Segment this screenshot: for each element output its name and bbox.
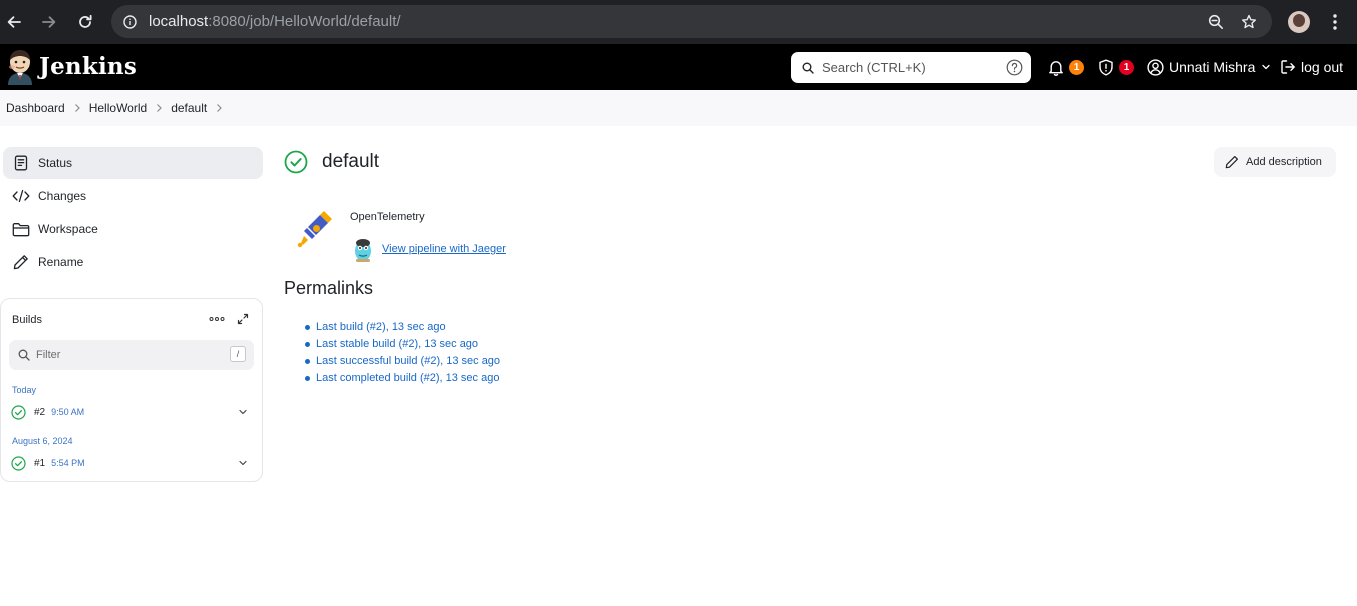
site-info-icon[interactable] xyxy=(113,5,147,38)
shield-alert-icon xyxy=(1099,59,1113,76)
logout-button[interactable]: log out xyxy=(1280,44,1343,90)
pencil-icon xyxy=(1225,156,1238,169)
permalink-last-successful-build[interactable]: Last successful build (#2), 13 sec ago xyxy=(304,353,500,370)
code-icon xyxy=(12,187,30,205)
build-row[interactable]: #1 5:54 PM xyxy=(11,453,252,473)
chevron-right-icon[interactable] xyxy=(147,103,171,113)
search-icon xyxy=(18,349,30,361)
filter-shortcut: / xyxy=(230,346,246,362)
page-title: default xyxy=(322,151,380,172)
chevron-right-icon[interactable] xyxy=(207,103,231,113)
filter-input[interactable] xyxy=(36,349,216,361)
permalink-last-stable-build[interactable]: Last stable build (#2), 13 sec ago xyxy=(304,336,500,353)
build-time: 5:54 PM xyxy=(51,458,85,468)
page-title-row: default xyxy=(284,148,379,176)
search-box[interactable] xyxy=(791,52,1031,83)
notifications-button[interactable]: 1 xyxy=(1048,44,1084,90)
zoom-icon[interactable] xyxy=(1201,5,1231,38)
reload-icon xyxy=(79,14,92,28)
task-label: Rename xyxy=(38,255,84,269)
expand-icon[interactable] xyxy=(235,311,251,327)
url-host: localhost xyxy=(149,13,209,30)
arrow-left-icon xyxy=(7,16,21,28)
breadcrumb-default[interactable]: default xyxy=(171,101,207,115)
builds-filter[interactable]: / xyxy=(9,340,254,370)
breadcrumb: Dashboard HelloWorld default xyxy=(0,90,1357,126)
task-workspace[interactable]: Workspace xyxy=(3,213,263,245)
back-button[interactable] xyxy=(0,8,28,36)
reload-button[interactable] xyxy=(71,8,99,36)
search-input[interactable] xyxy=(822,60,992,75)
jenkins-header: Jenkins 1 1 Unnati Mishra log out xyxy=(0,44,1357,90)
user-icon xyxy=(1147,58,1164,76)
build-number[interactable]: #1 xyxy=(34,458,45,469)
url-path: :8080/job/HelloWorld/default/ xyxy=(208,13,401,30)
pencil-icon xyxy=(12,253,30,271)
task-changes[interactable]: Changes xyxy=(3,180,263,212)
arrow-right-icon xyxy=(42,16,56,28)
jenkins-brand[interactable]: Jenkins xyxy=(39,53,137,80)
permalink-last-build[interactable]: Last build (#2), 13 sec ago xyxy=(304,319,500,336)
profile-avatar[interactable] xyxy=(1288,11,1310,33)
url-text[interactable]: localhost:8080/job/HelloWorld/default/ xyxy=(149,13,401,30)
opentelemetry-label: OpenTelemetry xyxy=(350,211,425,223)
chevron-down-icon xyxy=(1262,64,1271,70)
help-icon[interactable] xyxy=(1006,59,1023,76)
chevron-right-icon[interactable] xyxy=(65,103,89,113)
folder-icon xyxy=(12,220,30,238)
side-panel: Status Changes Workspace Rename xyxy=(3,147,263,279)
success-check-icon xyxy=(11,404,26,420)
jenkins-logo-icon[interactable] xyxy=(6,49,34,85)
security-badge: 1 xyxy=(1119,59,1134,75)
status-icon xyxy=(12,154,30,172)
chevron-down-icon[interactable] xyxy=(238,407,248,417)
permalinks-heading: Permalinks xyxy=(284,278,374,298)
security-button[interactable]: 1 xyxy=(1098,44,1134,90)
more-vertical-icon xyxy=(1333,14,1337,30)
build-number[interactable]: #2 xyxy=(34,407,45,418)
build-group-label: August 6, 2024 xyxy=(12,436,73,446)
success-check-icon xyxy=(11,455,26,471)
more-horizontal-icon[interactable] xyxy=(208,311,226,327)
logout-icon xyxy=(1281,60,1295,74)
permalinks-list: Last build (#2), 13 sec ago Last stable … xyxy=(304,319,500,387)
builds-widget: Builds / Today #2 9:50 AM August 6, 2024… xyxy=(0,298,263,482)
search-icon xyxy=(802,62,814,74)
task-rename[interactable]: Rename xyxy=(3,246,263,278)
task-label: Changes xyxy=(38,189,87,203)
user-name: Unnati Mishra xyxy=(1169,59,1256,75)
task-label: Status xyxy=(38,156,73,170)
breadcrumb-helloworld[interactable]: HelloWorld xyxy=(89,101,147,115)
permalink-last-completed-build[interactable]: Last completed build (#2), 13 sec ago xyxy=(304,370,500,387)
build-time: 9:50 AM xyxy=(51,407,85,417)
success-check-icon xyxy=(284,150,308,174)
view-pipeline-jaeger-link[interactable]: View pipeline with Jaeger xyxy=(382,243,506,255)
bell-icon xyxy=(1049,60,1063,76)
forward-button[interactable] xyxy=(35,8,63,36)
add-description-button[interactable]: Add description xyxy=(1214,147,1336,177)
browser-toolbar: localhost:8080/job/HelloWorld/default/ xyxy=(0,0,1357,44)
task-status[interactable]: Status xyxy=(3,147,263,179)
jaeger-icon xyxy=(355,239,371,262)
chevron-down-icon[interactable] xyxy=(238,458,248,468)
add-description-label: Add description xyxy=(1246,156,1322,168)
address-bar[interactable]: localhost:8080/job/HelloWorld/default/ xyxy=(111,5,1272,38)
logout-label: log out xyxy=(1301,59,1344,75)
build-group-label: Today xyxy=(12,385,37,395)
builds-title: Builds xyxy=(12,314,42,326)
notifications-badge: 1 xyxy=(1069,59,1084,75)
bookmark-star-icon[interactable] xyxy=(1234,5,1264,38)
breadcrumb-dashboard[interactable]: Dashboard xyxy=(6,101,65,115)
user-menu[interactable]: Unnati Mishra xyxy=(1147,44,1271,90)
browser-menu-button[interactable] xyxy=(1322,8,1348,36)
build-row[interactable]: #2 9:50 AM xyxy=(11,402,252,422)
task-label: Workspace xyxy=(38,222,98,236)
opentelemetry-icon xyxy=(297,211,332,248)
